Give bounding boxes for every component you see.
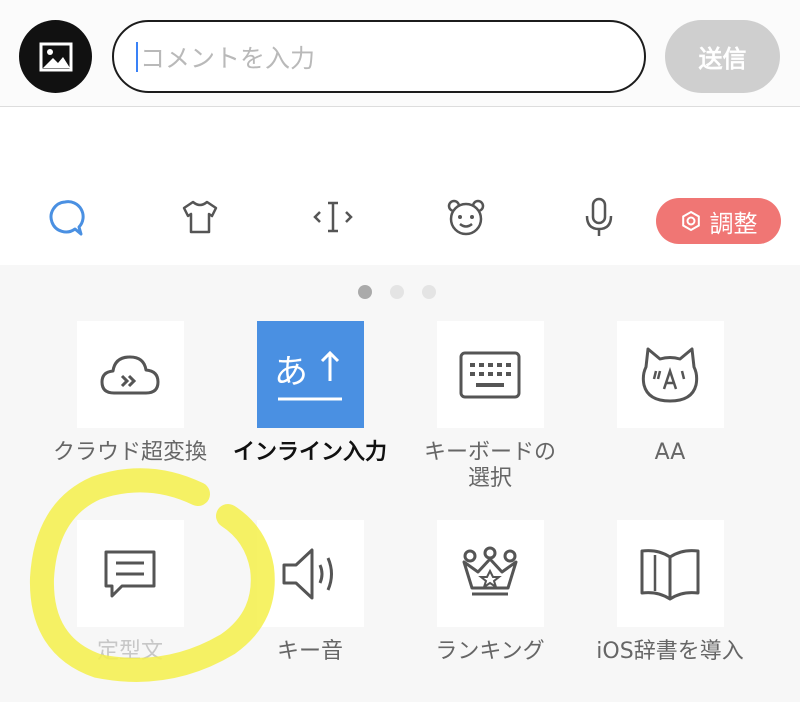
ranking-item[interactable]: ランキング	[400, 520, 580, 665]
keyboard-select-label-line1: キーボードの	[423, 440, 556, 465]
keyboard-toolbar: 調整	[0, 107, 800, 265]
aa-item[interactable]: AA	[580, 321, 760, 466]
aa-tile[interactable]	[616, 321, 724, 428]
inline-input-item[interactable]: あ インライン入力	[220, 321, 400, 466]
inline-input-label: インライン入力	[232, 440, 387, 465]
page-dot[interactable]	[422, 285, 436, 299]
cloud-convert-tile[interactable]	[76, 321, 184, 428]
book-icon	[640, 548, 700, 600]
keyboard-select-label-line2: 選択	[467, 466, 512, 491]
gear-icon	[681, 210, 700, 232]
key-sound-tile[interactable]	[256, 520, 364, 627]
keyboard-select-tile[interactable]	[436, 321, 544, 428]
key-sound-item[interactable]: キー音	[220, 520, 400, 665]
ios-dictionary-label: iOS辞書を導入	[596, 639, 744, 664]
crown-icon	[462, 546, 518, 595]
inline-input-icon: あ	[274, 350, 342, 400]
send-button[interactable]: 送信	[665, 20, 780, 93]
cloud-convert-label: クラウド超変換	[52, 440, 207, 465]
ios-dictionary-tile[interactable]	[616, 520, 724, 627]
inline-input-tile[interactable]: あ	[256, 321, 364, 428]
template-tile[interactable]	[76, 520, 184, 627]
image-attach-button[interactable]	[19, 20, 92, 93]
cloud-convert-icon	[100, 355, 160, 394]
page-dot[interactable]	[390, 285, 404, 299]
microphone-icon[interactable]	[579, 197, 619, 237]
bear-face-icon[interactable]	[446, 197, 486, 237]
svg-text:あ: あ	[274, 352, 308, 392]
keyboard-icon	[459, 351, 521, 398]
key-sound-label: キー音	[276, 639, 343, 664]
speech-bubble-icon	[104, 550, 156, 597]
comment-input[interactable]: コメントを入力	[112, 20, 646, 93]
image-icon	[39, 42, 72, 71]
comment-bar: コメントを入力 送信	[0, 0, 800, 107]
comment-placeholder: コメントを入力	[140, 43, 316, 73]
keyboard-select-label: キーボードの 選択	[424, 440, 556, 492]
template-label: 定型文	[96, 639, 163, 664]
keyboard-select-item[interactable]: キーボードの 選択	[400, 321, 580, 492]
search-bubble-icon[interactable]	[45, 197, 85, 237]
ranking-tile[interactable]	[436, 520, 544, 627]
page-indicator	[358, 285, 436, 299]
adjust-button[interactable]: 調整	[656, 198, 781, 244]
adjust-label: 調整	[709, 209, 758, 238]
feature-panel: クラウド超変換 あ インライン入力 キーボードの 選択 AA 定型文 キー音 ラ…	[0, 265, 800, 702]
cursor-move-icon[interactable]	[313, 197, 353, 237]
speaker-icon	[282, 548, 333, 599]
cloud-convert-item[interactable]: クラウド超変換	[40, 321, 220, 466]
text-caret	[136, 41, 138, 72]
ios-dictionary-item[interactable]: iOS辞書を導入	[580, 520, 760, 665]
cat-face-icon	[641, 347, 699, 402]
aa-label: AA	[654, 440, 686, 465]
ranking-label: ランキング	[435, 639, 545, 664]
page-dot[interactable]	[358, 285, 372, 299]
tshirt-icon[interactable]	[180, 197, 220, 237]
template-item[interactable]: 定型文	[40, 520, 220, 665]
